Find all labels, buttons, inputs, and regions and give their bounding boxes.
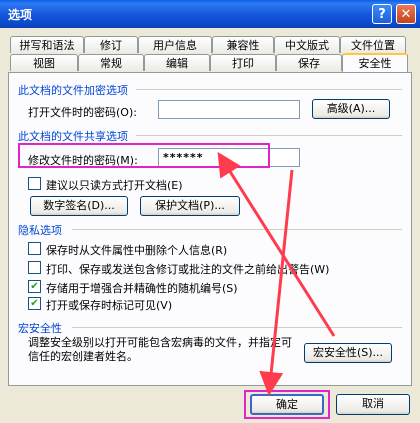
privacy-label-warn: 打印、保存或发送包含修订或批注的文件之前给出警告(W): [46, 263, 330, 276]
readonly-checkbox[interactable]: [28, 177, 41, 190]
open-password-input[interactable]: [158, 100, 300, 119]
privacy-label-random-number: 存储用于增强合并精确性的随机编号(S): [46, 282, 238, 295]
tab-edit[interactable]: 编辑: [144, 54, 210, 71]
privacy-label-markup-visible: 打开或保存时标记可见(V): [46, 299, 173, 312]
tab-asian-typography[interactable]: 中文版式: [274, 36, 340, 53]
privacy-heading: 隐私选项: [18, 224, 62, 237]
title-bar: 选项 ? ✕: [0, 0, 420, 28]
digital-signature-button[interactable]: 数字签名(D)...: [30, 196, 128, 216]
macro-security-button[interactable]: 宏安全性(S)...: [304, 343, 392, 363]
tab-view[interactable]: 视图: [10, 54, 78, 71]
privacy-checkbox-remove-info[interactable]: [28, 242, 41, 255]
macro-description: 调整安全级别以打开可能包含宏病毒的文件，并指定可信任的宏创建者姓名。: [28, 336, 292, 363]
privacy-checkbox-random-number[interactable]: ✔: [28, 280, 41, 293]
divider: [72, 327, 402, 328]
divider: [136, 135, 402, 136]
macro-heading: 宏安全性: [18, 322, 62, 335]
divider: [72, 229, 402, 230]
highlight-box: [244, 390, 330, 419]
advanced-button[interactable]: 高级(A)...: [312, 99, 390, 119]
encrypt-heading: 此文档的文件加密选项: [18, 84, 128, 97]
help-button[interactable]: ?: [372, 4, 392, 24]
tab-print[interactable]: 打印: [210, 54, 276, 71]
privacy-checkbox-warn[interactable]: [28, 261, 41, 274]
close-button[interactable]: ✕: [396, 4, 416, 24]
open-password-label: 打开文件时的密码(O):: [28, 106, 137, 119]
readonly-label: 建议以只读方式打开文档(E): [46, 179, 183, 192]
tab-general[interactable]: 常规: [78, 54, 144, 71]
tab-spelling-grammar[interactable]: 拼写和语法: [10, 36, 84, 53]
protect-document-button[interactable]: 保护文档(P)...: [140, 196, 240, 216]
divider: [136, 89, 402, 90]
tab-user-info[interactable]: 用户信息: [138, 36, 212, 53]
tab-save[interactable]: 保存: [276, 54, 342, 71]
share-heading: 此文档的文件共享选项: [18, 130, 128, 143]
dialog-title: 选项: [8, 8, 33, 22]
cancel-button[interactable]: 取消: [336, 394, 410, 415]
privacy-label-remove-info: 保存时从文件属性中删除个人信息(R): [46, 244, 228, 257]
tab-revisions[interactable]: 修订: [84, 36, 138, 53]
tab-compatibility[interactable]: 兼容性: [212, 36, 274, 53]
tab-security[interactable]: 安全性: [342, 53, 408, 72]
tab-file-locations[interactable]: 文件位置: [340, 36, 406, 53]
highlight-box: [18, 143, 270, 168]
options-dialog: 选项 ? ✕ 拼写和语法 修订 用户信息 兼容性 中文版式 文件位置 视图 常规…: [0, 0, 420, 423]
privacy-checkbox-markup-visible[interactable]: ✔: [28, 297, 41, 310]
